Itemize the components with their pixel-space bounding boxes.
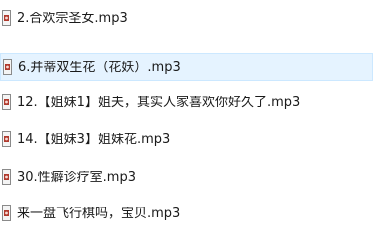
file-name: 2.合欢宗圣女.mp3 — [17, 11, 128, 25]
file-name: 来一盘飞行棋吗，宝贝.mp3 — [17, 206, 181, 220]
file-name: 14.【姐妹3】姐妹花.mp3 — [17, 132, 171, 146]
file-row[interactable]: 2.合欢宗圣女.mp3 — [0, 4, 373, 32]
file-row[interactable]: 30.性癖诊疗室.mp3 — [0, 163, 373, 191]
file-row[interactable]: 14.【姐妹3】姐妹花.mp3 — [0, 125, 373, 153]
audio-file-icon — [3, 59, 12, 75]
audio-file-icon — [2, 131, 11, 147]
file-row[interactable]: 来一盘飞行棋吗，宝贝.mp3 — [0, 199, 373, 227]
file-list: 2.合欢宗圣女.mp3 6.并蒂双生花（花妖）.mp3 12.【姐妹1】姐夫，其… — [0, 0, 373, 248]
file-row-selected[interactable]: 6.并蒂双生花（花妖）.mp3 — [0, 53, 373, 81]
audio-file-icon — [2, 10, 11, 26]
audio-file-icon — [2, 94, 11, 110]
audio-file-icon — [2, 205, 11, 221]
audio-file-icon — [2, 169, 11, 185]
file-name: 30.性癖诊疗室.mp3 — [17, 170, 136, 184]
file-name: 12.【姐妹1】姐夫，其实人家喜欢你好久了.mp3 — [17, 95, 301, 109]
file-row[interactable]: 12.【姐妹1】姐夫，其实人家喜欢你好久了.mp3 — [0, 88, 373, 116]
file-name: 6.并蒂双生花（花妖）.mp3 — [18, 60, 181, 74]
